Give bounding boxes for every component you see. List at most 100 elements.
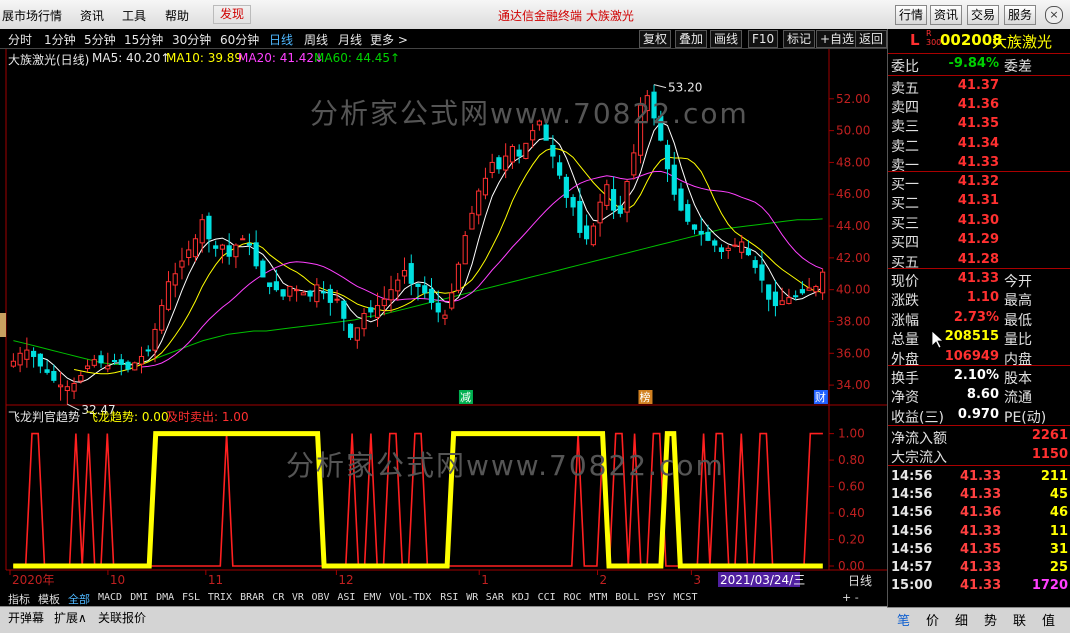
news-button[interactable]: 资讯 — [930, 5, 963, 25]
quote-row: 收益(三) 0.970 PE(动) — [888, 407, 1070, 426]
quote-tab[interactable]: 价 — [926, 610, 939, 629]
indicator-tabs: 指标 模板 全部 MACD DMI DMA FSL TRIX BRAR CR VR OBV ASI EMV… — [0, 590, 887, 606]
candle — [294, 289, 300, 292]
trade-button[interactable]: 交易 — [967, 5, 1000, 25]
indicator-tab[interactable]: TRIX — [208, 592, 232, 603]
candle — [98, 355, 104, 364]
indicator-tab[interactable]: EMV — [363, 592, 381, 603]
indicator-tab[interactable]: 模板 — [38, 591, 60, 607]
f10-button[interactable]: F10 — [748, 30, 779, 48]
menu-tools[interactable]: 工具 — [122, 7, 146, 24]
quote-row: 买二 41.31 — [888, 193, 1070, 212]
candle — [752, 260, 758, 268]
ytick-label: 38.00 — [836, 314, 870, 328]
menu-news[interactable]: 资讯 — [80, 7, 104, 24]
candle — [233, 244, 239, 258]
quote-tab[interactable]: 势 — [984, 610, 997, 629]
service-button[interactable]: 服务 — [1004, 5, 1037, 25]
overlay-button[interactable]: 叠加 — [675, 30, 708, 48]
indicator-tab[interactable]: 指标 — [8, 591, 30, 607]
related-quote-button[interactable]: 关联报价 — [98, 609, 146, 626]
period-monthly[interactable]: 月线 — [338, 31, 362, 48]
period-weekly[interactable]: 周线 — [304, 31, 328, 48]
indicator-tab[interactable]: MCST — [673, 592, 697, 603]
xtick-label: 3 — [693, 573, 701, 587]
quote-button[interactable]: 行情 — [895, 5, 928, 25]
indicator-tab[interactable]: WR — [466, 592, 478, 603]
indicator-tab[interactable]: RSI — [440, 592, 458, 603]
candle — [172, 273, 178, 286]
candle — [10, 360, 16, 367]
candle — [597, 201, 603, 224]
candle — [179, 260, 185, 268]
row-value: 8.60 — [966, 387, 999, 403]
row-value: 2.10% — [953, 368, 999, 383]
indicator-tab[interactable]: CCI — [538, 592, 556, 603]
candle — [287, 285, 293, 297]
tick-price: 41.33 — [960, 487, 1002, 503]
candle — [584, 225, 590, 240]
period-5min[interactable]: 5分钟 — [84, 31, 116, 48]
period-more[interactable]: 更多 > — [370, 31, 408, 48]
draw-button[interactable]: 画线 — [710, 30, 743, 48]
candle — [428, 288, 435, 303]
back-button[interactable]: 返回 — [855, 30, 887, 48]
indicator-tab[interactable]: FSL — [182, 592, 200, 603]
indicator-tab[interactable]: MTM — [589, 592, 607, 603]
indicator-tab[interactable]: DMA — [156, 592, 174, 603]
fuquan-button[interactable]: 复权 — [639, 30, 672, 48]
indicator-tab[interactable]: SAR — [486, 592, 504, 603]
indicator-tab[interactable]: VOL-TDX — [389, 592, 431, 603]
sub-ytick-label: 1.00 — [838, 427, 865, 441]
quote-tab[interactable]: 值 — [1042, 610, 1055, 629]
indicator-tab[interactable]: ROC — [564, 592, 582, 603]
quote-row: 卖三 41.35 — [888, 116, 1070, 135]
mark-button[interactable]: 标记 — [783, 30, 816, 48]
quote-tab[interactable]: 笔 — [897, 610, 910, 629]
period-fenshi[interactable]: 分时 — [8, 31, 32, 48]
indicator-tab[interactable]: PSY — [648, 592, 666, 603]
expand-button[interactable]: 扩展∧ — [54, 609, 87, 626]
quote-tab[interactable]: 细 — [955, 610, 968, 629]
mouse-cursor-icon — [932, 331, 944, 349]
indicator-tab[interactable]: BOLL — [615, 592, 639, 603]
menu-help[interactable]: 帮助 — [165, 7, 189, 24]
indicator-tab[interactable]: KDJ — [512, 592, 530, 603]
indicator-tab[interactable]: BRAR — [240, 592, 264, 603]
candle — [476, 190, 482, 216]
ytick-label: 34.00 — [836, 378, 870, 392]
period-15min[interactable]: 15分钟 — [124, 31, 163, 48]
zoom-buttons[interactable]: + - — [842, 591, 859, 604]
indicator-tab[interactable]: VR — [292, 592, 304, 603]
tick-volume: 1720 — [1031, 578, 1068, 594]
indicator-tab[interactable]: CR — [272, 592, 284, 603]
period-label: 日线 — [848, 574, 872, 588]
close-icon[interactable]: × — [1045, 6, 1063, 24]
candle — [449, 292, 455, 309]
indicator-tab[interactable]: 全部 — [68, 591, 90, 607]
quote-tab[interactable]: 联 — [1013, 610, 1026, 629]
row-value: 1.10 — [966, 290, 999, 306]
left-drag-handle[interactable] — [0, 313, 6, 337]
indicator-tab[interactable]: DMI — [130, 592, 148, 603]
period-1min[interactable]: 1分钟 — [44, 31, 76, 48]
menu-market[interactable]: 展市场行情 — [2, 7, 62, 24]
sub-indicator-line: 飞龙判官趋势 飞龙趋势: 0.00 及时卖出: 1.00 — [0, 406, 829, 424]
xtick-label: 1 — [481, 573, 489, 587]
candle — [590, 225, 596, 246]
event-marker-label: 减 — [460, 391, 471, 404]
stock-name: 大族激光 — [992, 33, 1053, 51]
row-value: 106949 — [944, 348, 999, 364]
quote-row: 卖五 41.37 — [888, 78, 1070, 97]
candle — [31, 350, 37, 357]
indicator-tab[interactable]: MACD — [98, 592, 122, 603]
indicator-tab[interactable]: ASI — [337, 592, 355, 603]
add-watch-button[interactable]: +自选 — [816, 30, 859, 48]
menu-discover[interactable]: 发现 — [213, 5, 252, 24]
period-30min[interactable]: 30分钟 — [172, 31, 211, 48]
period-60min[interactable]: 60分钟 — [220, 31, 259, 48]
indicator-tab[interactable]: OBV — [312, 592, 330, 603]
candle — [314, 284, 320, 303]
danmu-button[interactable]: 开弹幕 — [8, 609, 44, 626]
period-daily[interactable]: 日线 — [269, 31, 293, 48]
